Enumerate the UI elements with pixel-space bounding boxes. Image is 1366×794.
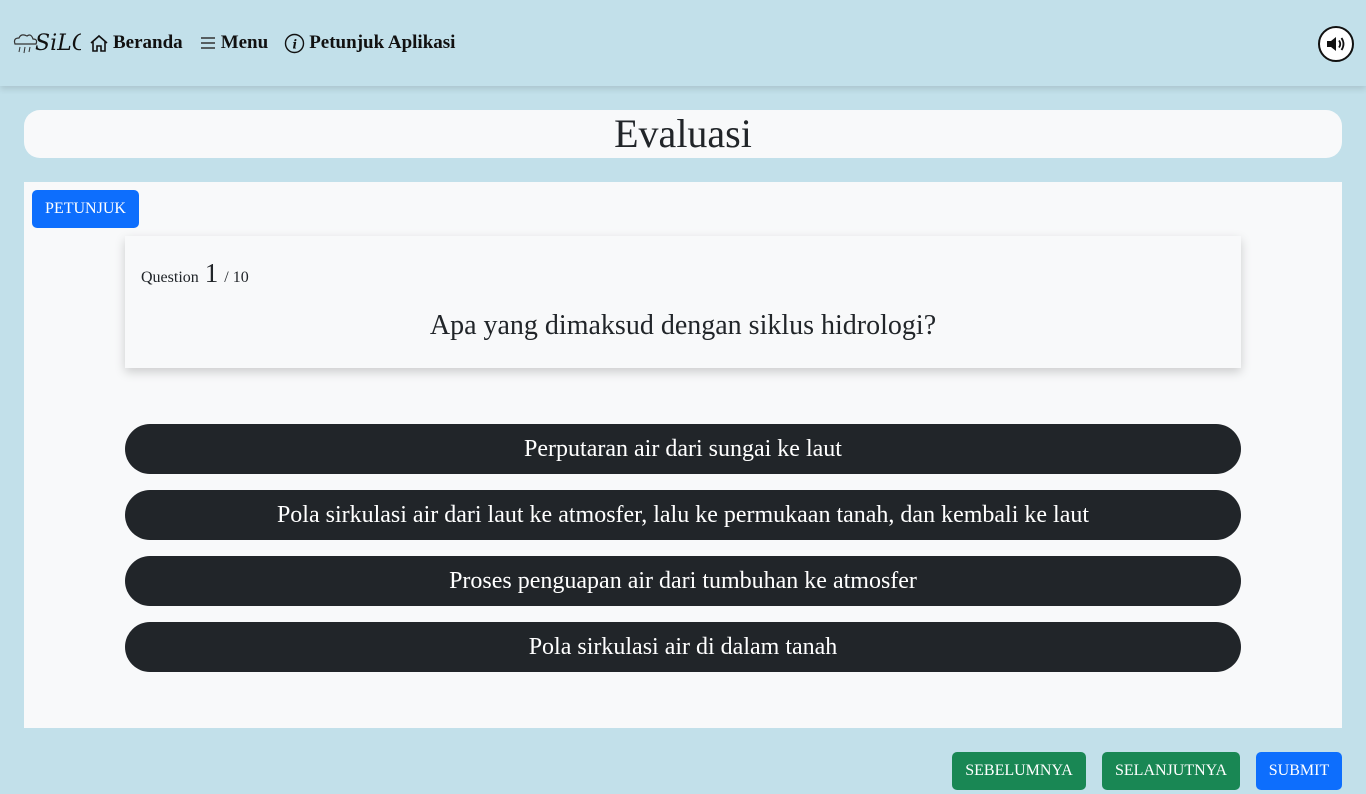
nav-beranda[interactable]: Beranda [89,32,183,54]
answer-option-1[interactable]: Perputaran air dari sungai ke laut [125,424,1241,474]
nav-menu[interactable]: Menu [199,32,269,54]
app-logo[interactable]: SiLO [11,23,81,63]
nav-petunjuk-aplikasi[interactable]: i Petunjuk Aplikasi [284,32,455,54]
cloud-rain-logo-icon: SiLO [13,31,81,56]
question-label: Question [141,269,199,286]
answer-option-4[interactable]: Pola sirkulasi air di dalam tanah [125,622,1241,672]
question-text: Apa yang dimaksud dengan siklus hidrolog… [429,310,937,341]
answer-option-3[interactable]: Proses penguapan air dari tumbuhan ke at… [125,556,1241,606]
hamburger-icon [199,34,217,52]
answer-option-2[interactable]: Pola sirkulasi air dari laut ke atmosfer… [125,490,1241,540]
speaker-icon [1327,37,1345,51]
question-number: 1 [204,258,219,288]
home-icon [89,33,109,53]
next-button[interactable]: SELANJUTNYA [1102,752,1240,790]
nav-petunjuk-label: Petunjuk Aplikasi [309,32,456,53]
nav-beranda-label: Beranda [113,32,183,53]
quiz-panel: PETUNJUK Question 1 / 10 Apa yang dimaks… [24,182,1342,728]
sound-toggle-button[interactable] [1318,26,1354,62]
submit-button[interactable]: SUBMIT [1256,752,1342,790]
previous-button[interactable]: SEBELUMNYA [952,752,1086,790]
info-circle-icon: i [284,33,305,54]
svg-text:i: i [293,37,298,51]
question-total: / 10 [224,269,249,286]
question-counter: Question 1 / 10 [141,258,249,289]
petunjuk-button[interactable]: PETUNJUK [32,190,139,228]
top-navbar: SiLO Beranda Menu i Petunjuk Aplikasi [0,0,1366,86]
page-title-card: Evaluasi [24,110,1342,158]
page-title: Evaluasi [614,111,752,156]
question-card: Question 1 / 10 Apa yang dimaksud dengan… [125,236,1241,368]
nav-menu-label: Menu [220,32,269,53]
svg-text:SiLO: SiLO [35,31,81,56]
